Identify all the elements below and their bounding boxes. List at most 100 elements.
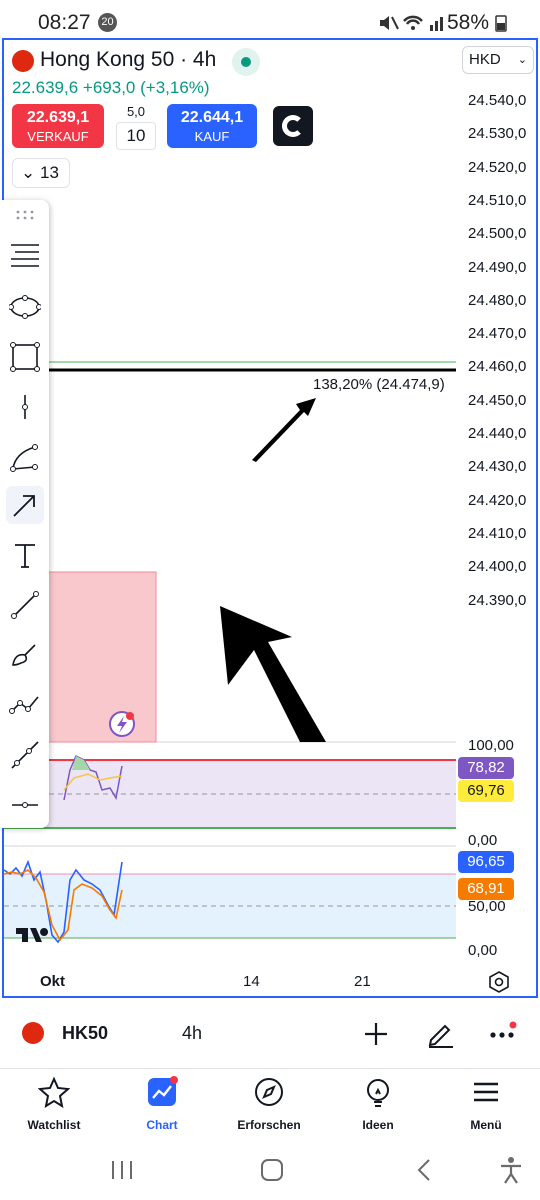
path-tool[interactable] [6,686,44,724]
path-icon [9,696,39,714]
price-axis-label: 24.500,0 [468,225,527,243]
time-axis-label: Okt [40,973,66,990]
drawings-toggle-button[interactable]: ⌄ 13 [12,158,70,188]
chart-canvas[interactable] [0,0,540,1000]
rectangle-icon [10,342,40,372]
rsi-axis-bottom: 0,00 [468,832,498,849]
nav-label: Menü [470,1118,502,1132]
stoch-d-badge: 68,91 [458,878,514,900]
drag-handle-icon[interactable] [16,210,34,220]
time-axis-label: 21 [354,973,371,990]
price-axis-label: 24.400,0 [468,558,527,576]
vertical-line-tool[interactable] [6,388,44,426]
nav-label: Chart [146,1118,178,1132]
ray-icon [11,741,39,769]
text-icon [15,544,35,568]
broker-logo-icon[interactable] [273,106,313,146]
more-icon[interactable] [489,1020,517,1048]
price-axis-label: 24.430,0 [468,458,527,476]
back-icon[interactable] [414,1158,434,1182]
price-axis-label: 24.440,0 [468,425,527,442]
buy-price: 22.644,1 [180,109,244,126]
buy-button[interactable]: 22.644,1 KAUF [167,104,257,148]
price-axis-label: 24.530,0 [468,125,527,143]
compass-icon [255,1078,283,1106]
sell-label: VERKAUF [27,129,89,144]
nav-label: Erforschen [237,1118,301,1132]
trend-line-icon [11,591,39,619]
nav-label: Watchlist [27,1118,81,1132]
price-axis-label: 24.450,0 [468,391,527,409]
stoch-k-badge: 96,65 [458,851,514,873]
interval-button[interactable]: 4h [182,1023,202,1044]
ray-tool[interactable] [6,736,44,774]
drawings-count: 13 [39,163,59,182]
arc-tool[interactable] [6,438,44,476]
time-axis-label: 14 [243,973,260,990]
last-price: 22.639,6 [12,78,79,97]
market-status-icon[interactable] [232,48,260,76]
recent-apps-icon[interactable] [110,1159,134,1181]
trend-line-tool[interactable] [6,586,44,624]
chevron-down-icon: ⌄ [21,163,36,182]
symbol-title[interactable]: Hong Kong 50 · 4h [40,48,216,72]
arrow-drawing-large [220,606,326,742]
star-icon [38,1076,70,1108]
vertical-line-icon [22,395,28,419]
nav-label: Ideen [362,1118,394,1132]
buy-label: KAUF [194,129,230,144]
lightbulb-icon [367,1079,389,1107]
quantity-input[interactable]: 10 [116,122,156,150]
nav-chart[interactable]: Chart [122,1070,202,1140]
sell-price: 22.639,1 [26,109,90,126]
brush-tool[interactable] [6,636,44,674]
pen-icon[interactable] [425,1018,455,1048]
drawing-toolbar [0,200,49,828]
horizontal-ray-tool[interactable] [6,786,44,824]
chart-settings-icon[interactable] [488,971,510,993]
accessibility-icon[interactable] [498,1156,524,1184]
horizontal-line-icon [12,802,38,808]
arrow-icon [13,495,35,517]
fib-retracement-tool[interactable] [6,236,44,274]
fib-lines-icon [11,244,39,267]
price-axis-label: 24.410,0 [468,524,527,542]
price-axis-label: 24.510,0 [468,191,527,209]
rsi-value-badge: 78,82 [458,757,514,779]
ellipse-tool[interactable] [6,288,44,326]
add-icon[interactable] [363,1021,389,1047]
nav-ideas[interactable]: Ideen [338,1070,418,1140]
symbol-flag-icon [22,1022,44,1044]
rectangle-tool[interactable] [6,338,44,376]
spread-value: 5,0 [126,104,146,119]
currency-label: HKD [469,51,501,68]
price-axis-label: 24.460,0 [468,358,527,376]
brush-icon [12,644,36,666]
price-axis-label: 24.480,0 [468,291,527,309]
stoch-axis-mid: 50,00 [468,898,506,915]
arc-icon [10,444,38,472]
change-value: +693,0 (+3,16%) [82,78,210,97]
nav-explore[interactable]: Erforschen [229,1070,309,1140]
price-change: 22.639,6 +693,0 (+3,16%) [12,78,210,98]
home-icon[interactable] [260,1158,284,1182]
chevron-down-icon: ⌄ [517,54,527,66]
price-axis-label: 24.390,0 [468,591,527,609]
arrow-tool[interactable] [6,486,44,524]
menu-icon [474,1082,498,1102]
nav-menu[interactable]: Menü [446,1070,526,1140]
symbol-button[interactable]: HK50 [62,1023,108,1044]
chart-icon [148,1076,178,1106]
nav-watchlist[interactable]: Watchlist [14,1070,94,1140]
symbol-flag-icon [12,50,34,72]
price-axis-label: 24.520,0 [468,158,527,176]
text-tool[interactable] [6,536,44,574]
price-axis-label: 24.490,0 [468,258,527,276]
price-axis-label: 24.540,0 [468,92,527,109]
fib-level-label: 138,20% (24.474,9) [313,376,445,393]
arrow-drawing-small [252,398,316,462]
currency-selector[interactable]: HKD ⌄ [462,46,534,74]
sell-button[interactable]: 22.639,1 VERKAUF [12,104,104,148]
stoch-axis-bottom: 0,00 [468,942,498,959]
nav-divider [0,1068,540,1069]
